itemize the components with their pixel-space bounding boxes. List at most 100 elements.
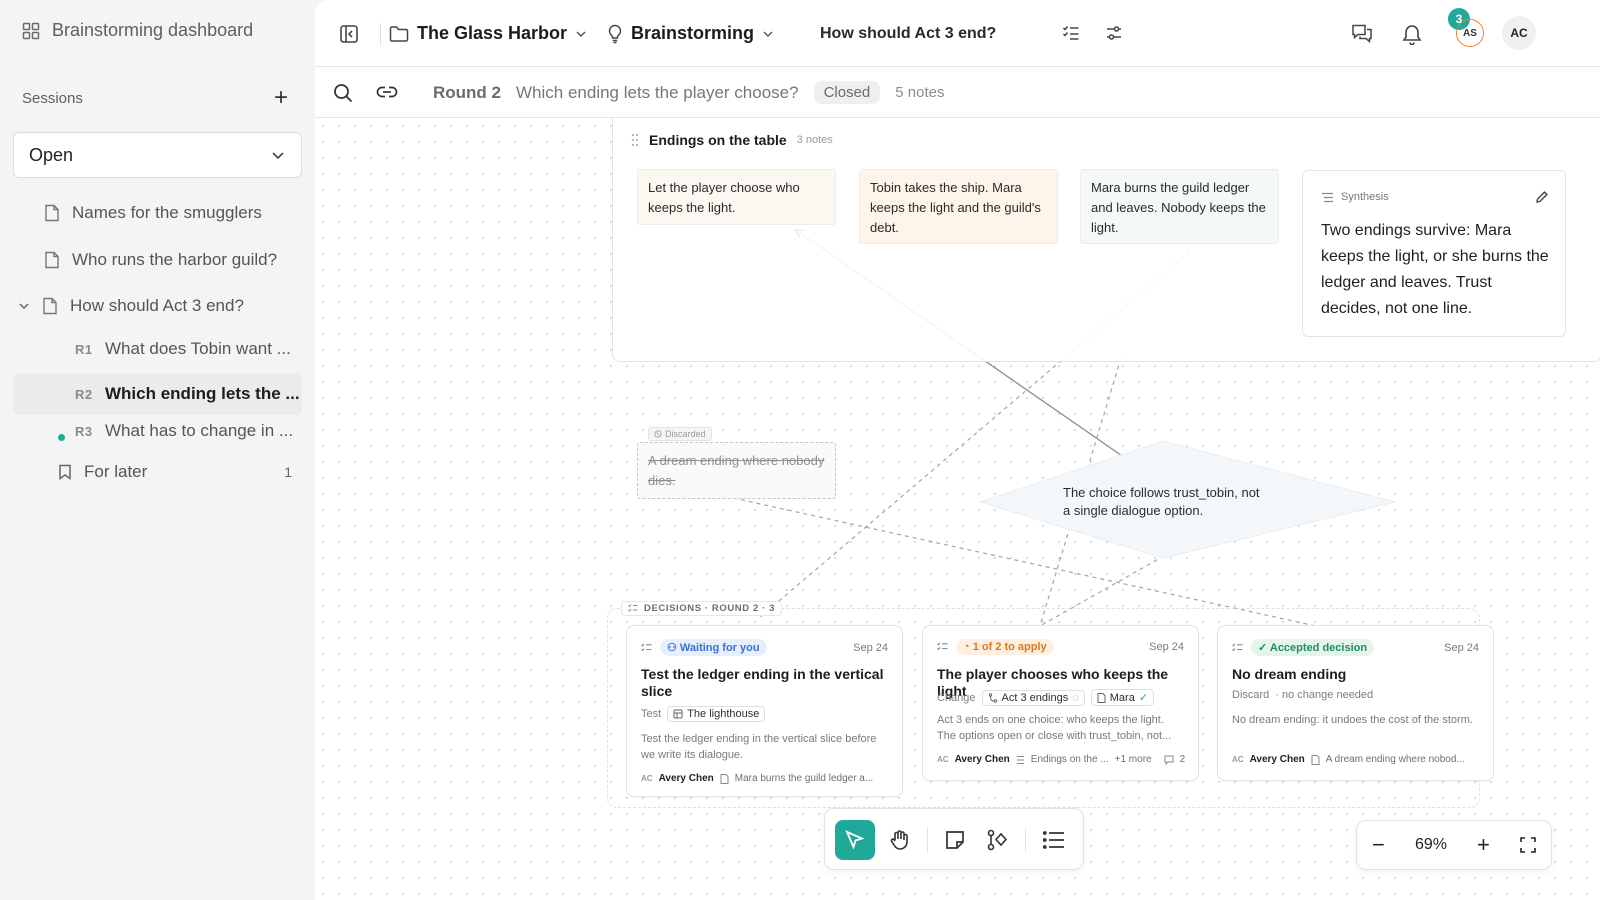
sticky-note[interactable]: Let the player choose who keeps the ligh…	[637, 169, 836, 225]
checklist-icon	[628, 604, 638, 613]
decision-title: Test the ledger ending in the vertical s…	[641, 666, 884, 699]
document-icon	[1097, 692, 1106, 703]
zoom-in-button[interactable]: +	[1477, 832, 1490, 858]
decision-subtext: · no change needed	[1275, 689, 1374, 701]
target-chip[interactable]: The lighthouse	[667, 706, 766, 722]
zoom-out-button[interactable]: −	[1372, 832, 1385, 858]
decision-date: Sep 24	[1149, 641, 1184, 653]
author-initials: AC	[937, 755, 949, 764]
add-condition-button[interactable]	[978, 820, 1018, 860]
author-initials: AC	[1232, 755, 1244, 764]
group-title: Endings on the table	[649, 132, 787, 148]
sidebar-item-for-later[interactable]: For later 1	[58, 462, 292, 482]
pan-tool-button[interactable]	[880, 820, 920, 860]
document-icon	[44, 251, 60, 269]
condition-text[interactable]: The choice follows trust_tobin, not a si…	[1063, 484, 1263, 520]
discarded-label: Discarded	[665, 429, 706, 439]
select-tool-button[interactable]	[835, 820, 875, 860]
discard-icon	[654, 430, 662, 438]
sidebar-item-smugglers[interactable]: Names for the smugglers	[44, 203, 262, 223]
decisions-button[interactable]	[1062, 24, 1080, 42]
list-view-button[interactable]	[1034, 820, 1074, 860]
decision-card[interactable]: ⚇ Waiting for you Sep 24 Test the ledger…	[626, 625, 903, 797]
dashboard-link[interactable]: Brainstorming dashboard	[22, 20, 253, 41]
add-note-button[interactable]	[935, 820, 975, 860]
decision-card[interactable]: ✓ Accepted decision Sep 24 No dream endi…	[1217, 625, 1494, 781]
document-icon	[42, 297, 58, 315]
decision-type: Change	[937, 691, 976, 704]
decision-meta: Test The lighthouse	[641, 706, 892, 722]
applied-check-icon: ✓	[1138, 692, 1149, 704]
sidebar-round-r2[interactable]: R2 Which ending lets the ...	[13, 373, 302, 415]
zoom-level: 69%	[1414, 836, 1447, 853]
status-badge: ⚇ Waiting for you	[660, 639, 767, 656]
decision-card[interactable]: ◔ 1 of 2 to apply Sep 24 The player choo…	[922, 625, 1199, 781]
source-note-ref[interactable]: Mara burns the guild ledger a...	[735, 773, 873, 784]
comments-button[interactable]	[1351, 23, 1373, 43]
copy-link-button[interactable]	[376, 84, 398, 100]
add-session-button[interactable]: +	[274, 86, 288, 110]
sidebar-toggle-icon	[339, 24, 359, 44]
whiteboard-canvas[interactable]: Endings on the table 3 notes Let the pla…	[315, 118, 1600, 900]
notifications-button[interactable]	[1402, 23, 1422, 45]
link-icon	[376, 84, 398, 100]
group-header[interactable]: Endings on the table 3 notes	[631, 132, 833, 148]
author-name: Avery Chen	[658, 773, 714, 784]
search-icon	[333, 83, 353, 103]
sidebar-item-label: Who runs the harbor guild?	[72, 250, 278, 269]
target-chip[interactable]: Mara ✓	[1090, 689, 1155, 706]
avatar[interactable]: AC	[1502, 16, 1536, 50]
pending-icon: ◌	[1072, 691, 1079, 704]
main-panel: The Glass Harbor Brainstorming How shoul…	[315, 0, 1600, 900]
checklist-icon	[937, 642, 948, 652]
project-name: The Glass Harbor	[417, 23, 568, 43]
drag-handle-icon[interactable]	[631, 133, 639, 147]
sticky-note[interactable]: Mara burns the guild ledger and leaves. …	[1080, 169, 1279, 244]
sidebar-item-act3[interactable]: How should Act 3 end?	[18, 296, 244, 316]
decision-footer: AC Avery Chen A dream ending where nobod…	[1232, 754, 1483, 765]
author-name: Avery Chen	[1249, 754, 1305, 765]
group-count: 3 notes	[796, 134, 833, 146]
discarded-note[interactable]: A dream ending where nobody dies.	[637, 442, 836, 499]
decisions-label: DECISIONS · ROUND 2 · 3	[621, 601, 782, 616]
hand-icon	[889, 829, 911, 851]
avatar[interactable]: AS	[1456, 19, 1484, 47]
collapse-sidebar-button[interactable]	[339, 24, 359, 44]
sessions-label: Sessions	[22, 89, 83, 107]
search-button[interactable]	[333, 83, 353, 103]
author-name: Avery Chen	[954, 754, 1010, 765]
round-label: What has to change in ...	[105, 421, 294, 440]
chevron-down-icon[interactable]	[18, 300, 30, 312]
comment-count[interactable]: 2	[1180, 754, 1186, 765]
folder-icon	[389, 25, 409, 43]
divider	[927, 828, 928, 852]
mode-selector[interactable]: Brainstorming	[607, 23, 774, 44]
sticky-note[interactable]: Tobin takes the ship. Mara keeps the lig…	[859, 169, 1058, 244]
decision-title: No dream ending	[1232, 666, 1347, 682]
checklist-icon	[1062, 24, 1080, 42]
decision-description: Act 3 ends on one choice: who keeps the …	[937, 714, 1172, 742]
source-note-ref[interactable]: A dream ending where nobod...	[1326, 754, 1465, 765]
bookmark-icon	[58, 464, 72, 480]
notes-count: 5 notes	[895, 84, 945, 101]
list-icon	[1043, 831, 1065, 849]
session-filter-select[interactable]: Open	[13, 132, 302, 178]
more-refs[interactable]: +1 more	[1115, 754, 1152, 765]
sidebar-item-label: How should Act 3 end?	[70, 296, 244, 315]
synthesis-label: Synthesis	[1341, 191, 1389, 203]
decision-meta: Discard · no change needed	[1232, 689, 1483, 701]
sidebar-round-r1[interactable]: R1 What does Tobin want ...	[75, 339, 291, 359]
source-group-ref[interactable]: Endings on the ...	[1031, 754, 1109, 765]
synthesis-card[interactable]: Synthesis Two endings survive: Mara keep…	[1302, 170, 1566, 337]
session-filter-value: Open	[29, 144, 74, 165]
lightbulb-icon	[607, 24, 623, 44]
target-chip[interactable]: Act 3 endings ◌	[981, 689, 1085, 706]
sidebar-item-harbor-guild[interactable]: Who runs the harbor guild?	[44, 250, 277, 270]
list-icon	[1321, 192, 1334, 203]
sidebar-round-r3[interactable]: R3 What has to change in ...	[75, 421, 293, 441]
fullscreen-button[interactable]	[1520, 837, 1536, 853]
filters-button[interactable]	[1105, 24, 1123, 42]
round-question: Which ending lets the player choose?	[516, 82, 799, 102]
pencil-icon[interactable]	[1535, 190, 1549, 204]
project-selector[interactable]: The Glass Harbor	[389, 23, 587, 44]
